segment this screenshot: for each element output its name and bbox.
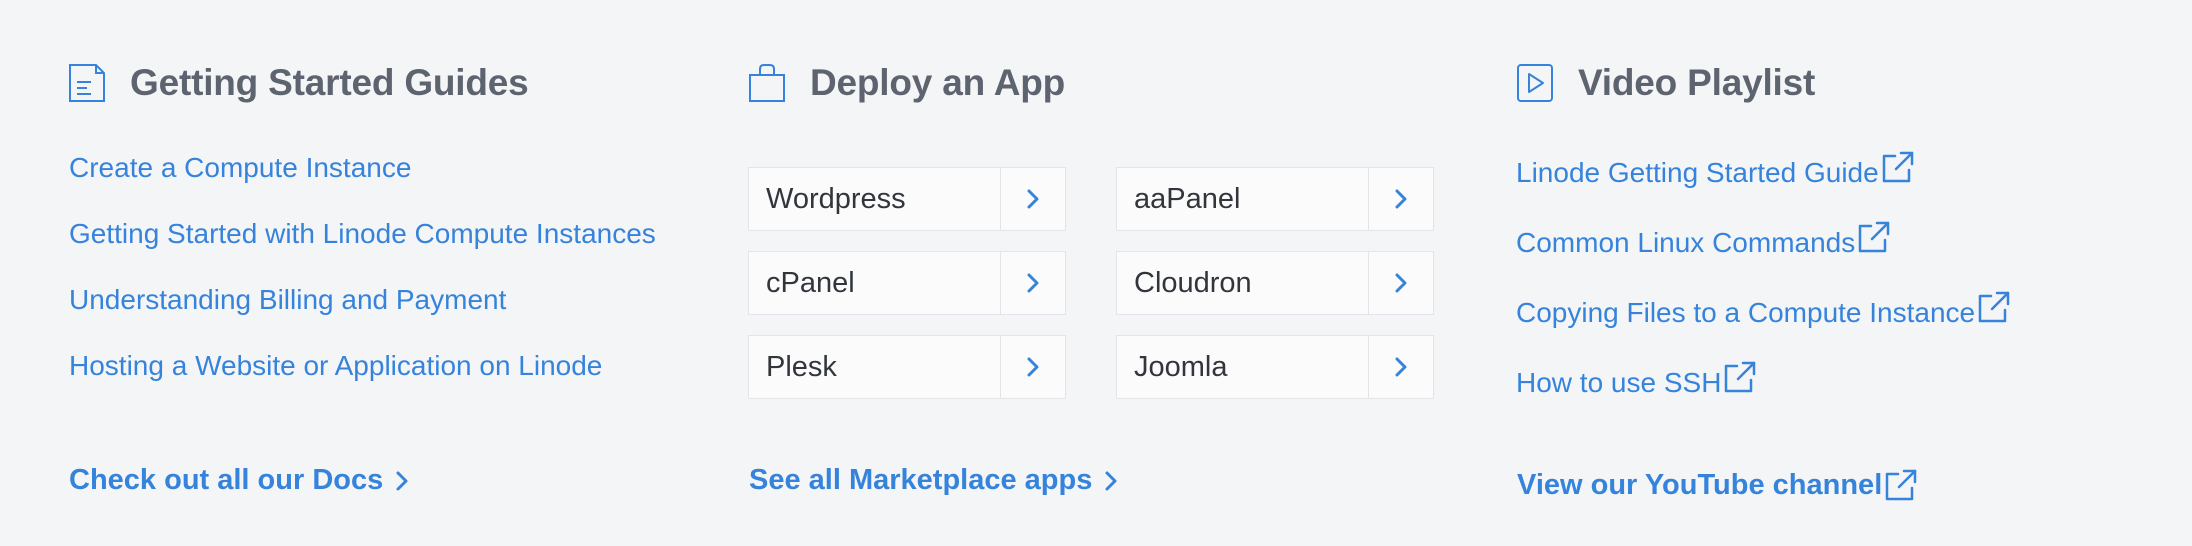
app-card-cloudron[interactable]: Cloudron: [1116, 251, 1434, 315]
app-grid: Wordpress aaPanel cPanel Cloudron Plesk: [748, 167, 1436, 403]
external-link-icon: [1884, 468, 1918, 502]
chevron-right-icon[interactable]: [1368, 168, 1433, 230]
guides-link-list: Create a Compute Instance Getting Starte…: [69, 148, 656, 412]
section-title-videos: Video Playlist: [1578, 62, 1816, 103]
external-link-icon: [1857, 220, 1891, 254]
video-link[interactable]: Common Linux Commands: [1516, 220, 2011, 290]
video-link-list: Linode Getting Started Guide Common Linu…: [1516, 150, 2011, 430]
app-name: Cloudron: [1134, 267, 1252, 299]
section-title-guides: Getting Started Guides: [130, 62, 529, 103]
app-card-wordpress[interactable]: Wordpress: [748, 167, 1066, 231]
guide-link[interactable]: Create a Compute Instance: [69, 148, 656, 214]
video-link[interactable]: Copying Files to a Compute Instance: [1516, 290, 2011, 360]
app-card-aapanel[interactable]: aaPanel: [1116, 167, 1434, 231]
app-name: Joomla: [1134, 351, 1228, 383]
deploy-app-header: Deploy an App: [748, 58, 1065, 108]
chevron-right-icon[interactable]: [1368, 336, 1433, 398]
getting-started-header: Getting Started Guides: [68, 58, 529, 108]
video-link-label: Linode Getting Started Guide: [1516, 157, 1879, 188]
marketplace-apps-link[interactable]: See all Marketplace apps: [749, 464, 1120, 497]
chevron-right-icon[interactable]: [1000, 252, 1065, 314]
chevron-right-icon: [1102, 468, 1120, 494]
external-link-icon: [1881, 150, 1915, 184]
app-name: Wordpress: [766, 183, 906, 215]
youtube-channel-label: View our YouTube channel: [1517, 468, 1883, 501]
video-link-label: How to use SSH: [1516, 367, 1722, 398]
chevron-right-icon[interactable]: [1000, 336, 1065, 398]
external-link-icon: [1977, 290, 2011, 324]
section-title-deploy: Deploy an App: [810, 62, 1066, 103]
video-link-label: Copying Files to a Compute Instance: [1516, 297, 1976, 328]
play-icon: [1516, 63, 1554, 103]
app-name: Plesk: [766, 351, 837, 383]
video-link[interactable]: How to use SSH: [1516, 360, 2011, 430]
app-card-plesk[interactable]: Plesk: [748, 335, 1066, 399]
guide-link[interactable]: Getting Started with Linode Compute Inst…: [69, 214, 656, 280]
app-name: aaPanel: [1134, 183, 1241, 215]
marketplace-apps-label: See all Marketplace apps: [749, 464, 1093, 496]
video-link[interactable]: Linode Getting Started Guide: [1516, 150, 2011, 220]
guide-link[interactable]: Understanding Billing and Payment: [69, 280, 656, 346]
all-docs-link[interactable]: Check out all our Docs: [69, 464, 411, 497]
chevron-right-icon[interactable]: [1368, 252, 1433, 314]
chevron-right-icon[interactable]: [1000, 168, 1065, 230]
all-docs-label: Check out all our Docs: [69, 464, 384, 496]
video-playlist-header: Video Playlist: [1516, 58, 1815, 108]
app-card-cpanel[interactable]: cPanel: [748, 251, 1066, 315]
shopping-bag-icon: [748, 63, 786, 103]
app-card-joomla[interactable]: Joomla: [1116, 335, 1434, 399]
app-name: cPanel: [766, 267, 855, 299]
video-link-label: Common Linux Commands: [1516, 227, 1856, 258]
external-link-icon: [1723, 360, 1757, 394]
youtube-channel-link[interactable]: View our YouTube channel: [1517, 468, 1918, 502]
guide-link[interactable]: Hosting a Website or Application on Lino…: [69, 346, 656, 412]
document-icon: [68, 63, 106, 103]
chevron-right-icon: [393, 468, 411, 494]
